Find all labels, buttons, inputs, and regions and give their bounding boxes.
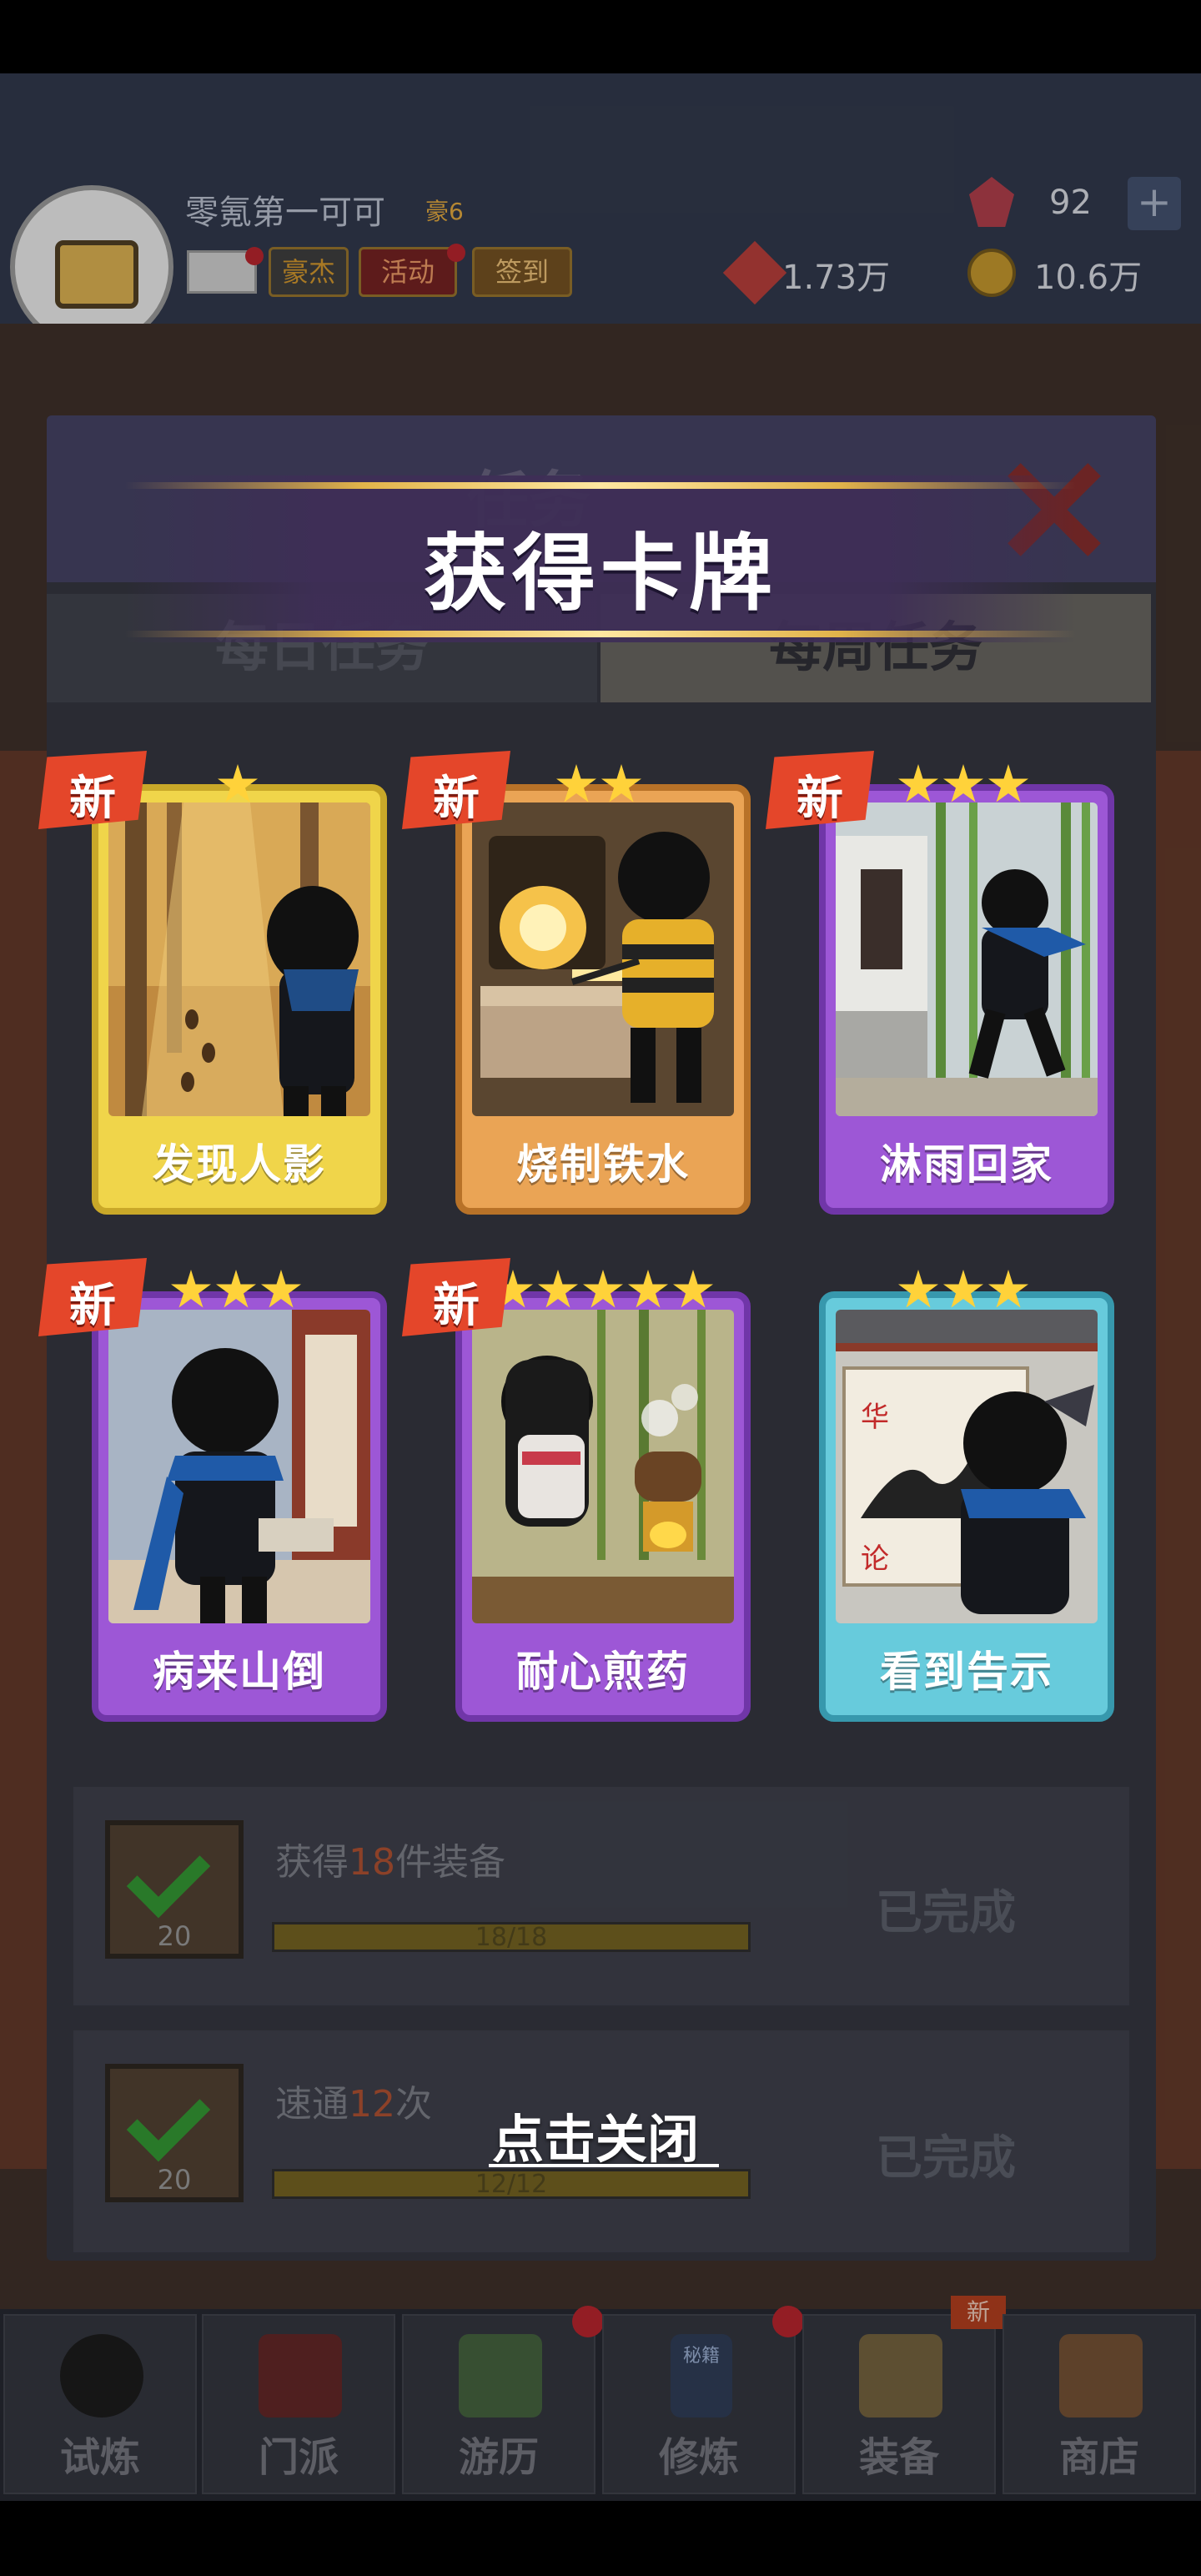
- card-2-stars: [555, 764, 642, 806]
- star-icon: [898, 1270, 938, 1308]
- card-5-new-tag: 新: [402, 1258, 510, 1336]
- card-5[interactable]: 耐心煎药: [455, 1291, 751, 1722]
- card-4-stars: [170, 1270, 302, 1311]
- star-icon: [218, 764, 258, 802]
- card-6-stars: [897, 1270, 1029, 1311]
- notice-char: 华: [861, 1401, 889, 1434]
- overlay-title: 获得卡牌: [424, 525, 777, 622]
- card-name: 病来山倒: [153, 1648, 326, 1696]
- new-tag-label: 新: [69, 1279, 116, 1333]
- star-icon: [261, 1270, 301, 1308]
- forge-molten-iron-art: [472, 802, 734, 1116]
- card-art: 华 山 论 剑: [836, 1310, 1098, 1623]
- card-name: 淋雨回家: [880, 1140, 1053, 1189]
- card-art: [108, 802, 370, 1116]
- card-2-new-tag: 新: [402, 751, 510, 829]
- tap-to-close[interactable]: 点击关闭: [492, 2097, 699, 2172]
- new-tag-label: 新: [433, 1279, 480, 1333]
- star-icon: [601, 764, 641, 802]
- ribbon-line-bottom: [125, 631, 1076, 637]
- card-1-new-tag: 新: [38, 751, 147, 829]
- tap-to-close-underline: [489, 2164, 719, 2167]
- card-art: [108, 1310, 370, 1623]
- star-icon: [556, 764, 596, 802]
- card-5-stars: [492, 1270, 714, 1311]
- card-4[interactable]: 病来山倒: [92, 1291, 387, 1722]
- brewing-medicine-art: [472, 1310, 734, 1623]
- new-tag-label: 新: [796, 772, 843, 826]
- star-icon: [943, 764, 983, 802]
- star-icon: [988, 764, 1028, 802]
- card-name: 看到告示: [880, 1648, 1053, 1696]
- card-3-stars: [897, 764, 1029, 806]
- card-4-new-tag: 新: [38, 1258, 147, 1336]
- card-art: [472, 1310, 734, 1623]
- card-6[interactable]: 华 山 论 剑 看到告示: [819, 1291, 1114, 1722]
- sick-figure-art: [108, 1310, 370, 1623]
- card-art: [836, 802, 1098, 1116]
- star-icon: [216, 1270, 256, 1308]
- star-icon: [673, 1270, 713, 1308]
- card-name: 耐心煎药: [516, 1648, 690, 1696]
- card-2[interactable]: 烧制铁水: [455, 784, 751, 1215]
- star-icon: [538, 1270, 578, 1308]
- ribbon-line-top: [125, 482, 1076, 489]
- card-3[interactable]: 淋雨回家: [819, 784, 1114, 1215]
- card-3-new-tag: 新: [766, 751, 874, 829]
- star-icon: [943, 1270, 983, 1308]
- star-icon: [988, 1270, 1028, 1308]
- notice-char: 论: [861, 1542, 889, 1576]
- rain-bamboo-art: [836, 802, 1098, 1116]
- card-name: 烧制铁水: [516, 1140, 690, 1189]
- notice-board-art: 华 山 论 剑: [836, 1310, 1098, 1623]
- star-icon: [171, 1270, 211, 1308]
- card-name: 发现人影: [153, 1140, 326, 1189]
- new-tag-label: 新: [433, 772, 480, 826]
- forest-footprints-art: [108, 802, 370, 1116]
- star-icon: [898, 764, 938, 802]
- card-art: [472, 802, 734, 1116]
- star-icon: [583, 1270, 623, 1308]
- card-1-stars: [217, 764, 259, 806]
- star-icon: [628, 1270, 668, 1308]
- card-1[interactable]: 发现人影: [92, 784, 387, 1215]
- new-tag-label: 新: [69, 772, 116, 826]
